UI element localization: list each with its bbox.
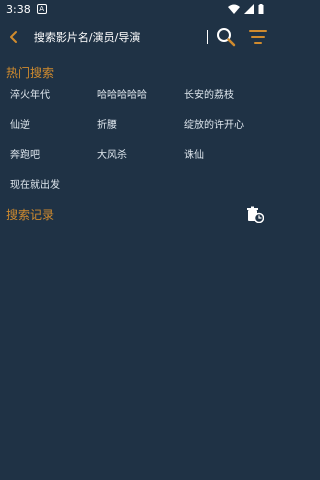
delete-history-icon bbox=[247, 206, 264, 223]
hot-search-item[interactable]: 哈哈哈哈哈 bbox=[97, 88, 184, 118]
hot-search-grid: 淬火年代 哈哈哈哈哈 长安的荔枝 仙逆 折腰 绽放的许开心 奔跑吧 大风杀 诛仙… bbox=[10, 88, 260, 208]
hot-search-title: 热门搜索 bbox=[6, 66, 55, 80]
wifi-icon bbox=[228, 4, 240, 14]
hot-search-item[interactable]: 长安的荔枝 bbox=[184, 88, 260, 118]
signal-icon bbox=[244, 4, 254, 14]
filter-icon bbox=[249, 30, 268, 44]
filter-button[interactable] bbox=[246, 25, 270, 49]
search-button[interactable] bbox=[214, 25, 238, 49]
back-arrow-icon bbox=[9, 31, 17, 43]
clear-history-button[interactable] bbox=[246, 205, 264, 223]
hot-search-item[interactable]: 大风杀 bbox=[97, 148, 184, 178]
back-button[interactable] bbox=[2, 25, 26, 49]
hot-search-item[interactable]: 淬火年代 bbox=[10, 88, 97, 118]
status-right bbox=[228, 4, 264, 14]
hot-search-item[interactable]: 绽放的许开心 bbox=[184, 118, 260, 148]
search-icon bbox=[217, 28, 236, 47]
hot-search-item[interactable]: 仙逆 bbox=[10, 118, 97, 148]
status-left: 3:38 A bbox=[6, 3, 47, 16]
hot-search-item[interactable]: 折腰 bbox=[97, 118, 184, 148]
search-input[interactable] bbox=[31, 24, 206, 50]
hot-search-item[interactable]: 诛仙 bbox=[184, 148, 260, 178]
hot-search-item[interactable]: 现在就出发 bbox=[10, 178, 97, 208]
hot-search-item[interactable]: 奔跑吧 bbox=[10, 148, 97, 178]
status-bar: 3:38 A bbox=[0, 0, 270, 18]
text-cursor bbox=[207, 30, 209, 44]
status-time: 3:38 bbox=[6, 2, 31, 16]
history-title: 搜索记录 bbox=[6, 208, 55, 222]
search-header bbox=[0, 22, 270, 52]
battery-icon bbox=[258, 4, 264, 14]
notification-icon: A bbox=[36, 4, 47, 14]
